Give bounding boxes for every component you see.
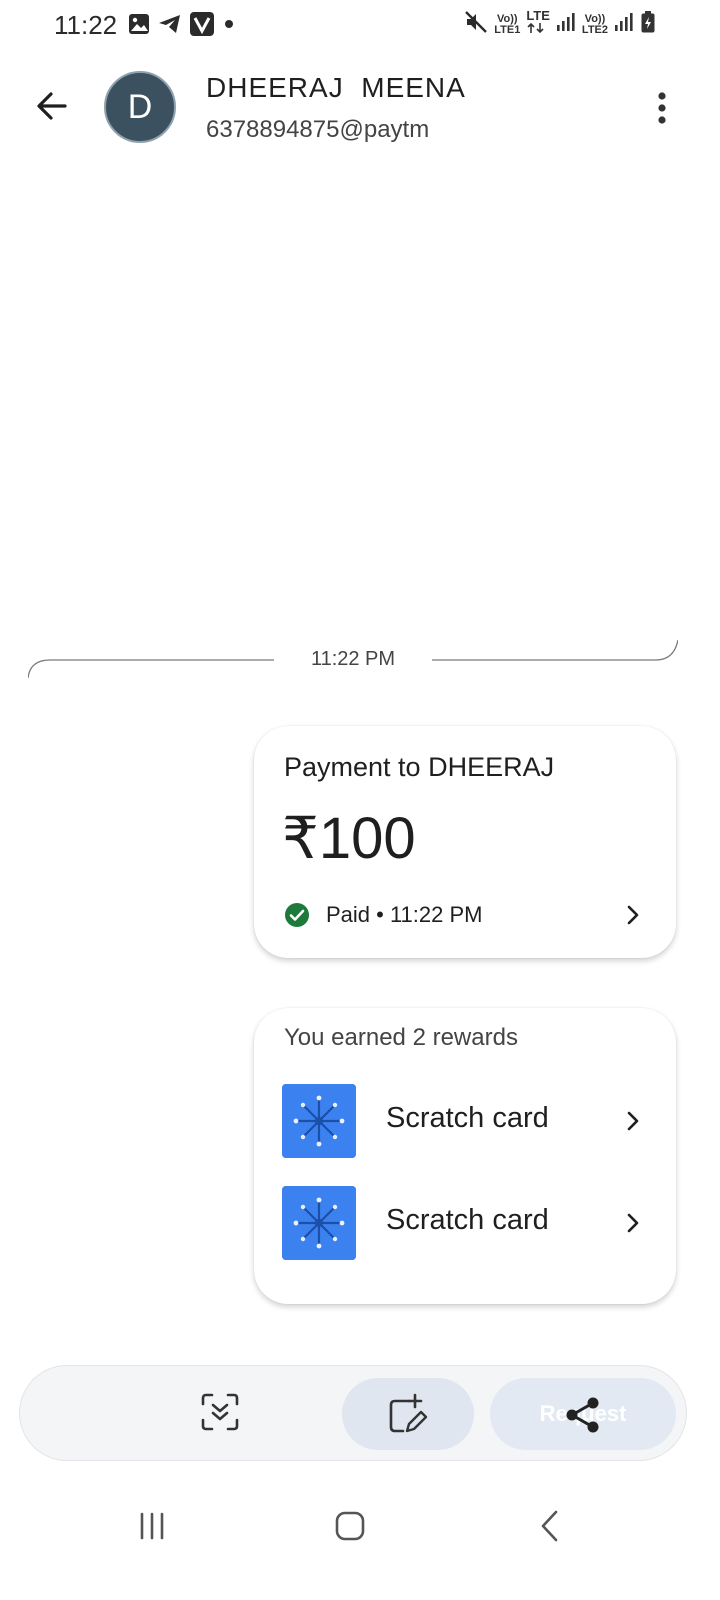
rewards-title: You earned 2 rewards [284, 1024, 518, 1051]
home-button[interactable] [330, 1506, 370, 1546]
v-app-icon [190, 12, 214, 41]
home-icon [335, 1511, 365, 1541]
request-button[interactable]: Request [490, 1378, 676, 1450]
share-icon[interactable] [564, 1396, 602, 1434]
lte-data-icon: LTE [526, 9, 550, 39]
chat-timestamp: 11:22 PM [310, 648, 396, 670]
payment-card[interactable]: Payment to DHEERAJ ₹100 Paid • 11:22 PM [254, 726, 676, 958]
more-options-button[interactable] [640, 84, 684, 132]
volte-lte2-icon: Vo)) LTE2 [581, 12, 608, 36]
add-note-icon [389, 1393, 428, 1433]
volte-lte1-icon: Vo)) LTE1 [494, 12, 521, 36]
chat-header: D DHEERAJ MEENA 6378894875@paytm [0, 60, 720, 156]
gallery-icon [128, 13, 150, 40]
status-time: 11:22 [54, 10, 118, 40]
reward-label: Scratch card [386, 1102, 549, 1134]
status-left-icons [128, 12, 236, 41]
reward-item[interactable]: Scratch card [282, 1084, 646, 1158]
system-nav-bar [0, 1490, 720, 1560]
payment-status: Paid • 11:22 PM [326, 902, 483, 927]
contact-name[interactable]: DHEERAJ MEENA [206, 72, 466, 104]
more-vert-icon [658, 92, 666, 124]
nav-back-button[interactable] [530, 1506, 570, 1546]
check-circle-icon [284, 902, 310, 928]
payment-status-row: Paid • 11:22 PM [284, 900, 646, 930]
rewards-card: You earned 2 rewards Scratch card Scratc… [254, 1008, 676, 1304]
chevron-right-icon[interactable] [620, 1108, 646, 1134]
chevron-right-icon[interactable] [620, 1210, 646, 1236]
dot-icon [222, 17, 236, 36]
signal-1-icon [556, 11, 576, 38]
mute-icon [464, 10, 488, 39]
status-right-icons: Vo)) LTE1 LTE Vo)) LTE2 [464, 9, 656, 39]
scratch-card-icon [282, 1186, 356, 1260]
recents-button[interactable] [132, 1506, 172, 1546]
back-button[interactable] [30, 84, 74, 128]
status-bar: 11:22 Vo)) LTE1 LTE Vo)) LTE2 [0, 0, 720, 54]
battery-icon [640, 10, 656, 39]
scan-icon [201, 1393, 239, 1431]
timestamp-divider: 11:22 PM [28, 638, 678, 682]
scratch-card-icon [282, 1084, 356, 1158]
reward-label: Scratch card [386, 1204, 549, 1236]
chevron-right-icon[interactable] [620, 902, 646, 928]
avatar[interactable]: D [104, 71, 176, 143]
telegram-icon [158, 13, 182, 40]
contact-upi-id: 6378894875@paytm [206, 116, 430, 143]
chevron-left-icon [541, 1510, 558, 1542]
arrow-back-icon [37, 92, 67, 120]
recents-icon [140, 1512, 164, 1540]
bottom-action-bar: Request [20, 1366, 686, 1460]
payment-amount: ₹100 [282, 806, 416, 871]
scan-button[interactable] [198, 1390, 242, 1434]
payment-title: Payment to DHEERAJ [284, 752, 555, 782]
add-note-button[interactable] [342, 1378, 474, 1450]
signal-2-icon [614, 11, 634, 38]
reward-item[interactable]: Scratch card [282, 1186, 646, 1260]
